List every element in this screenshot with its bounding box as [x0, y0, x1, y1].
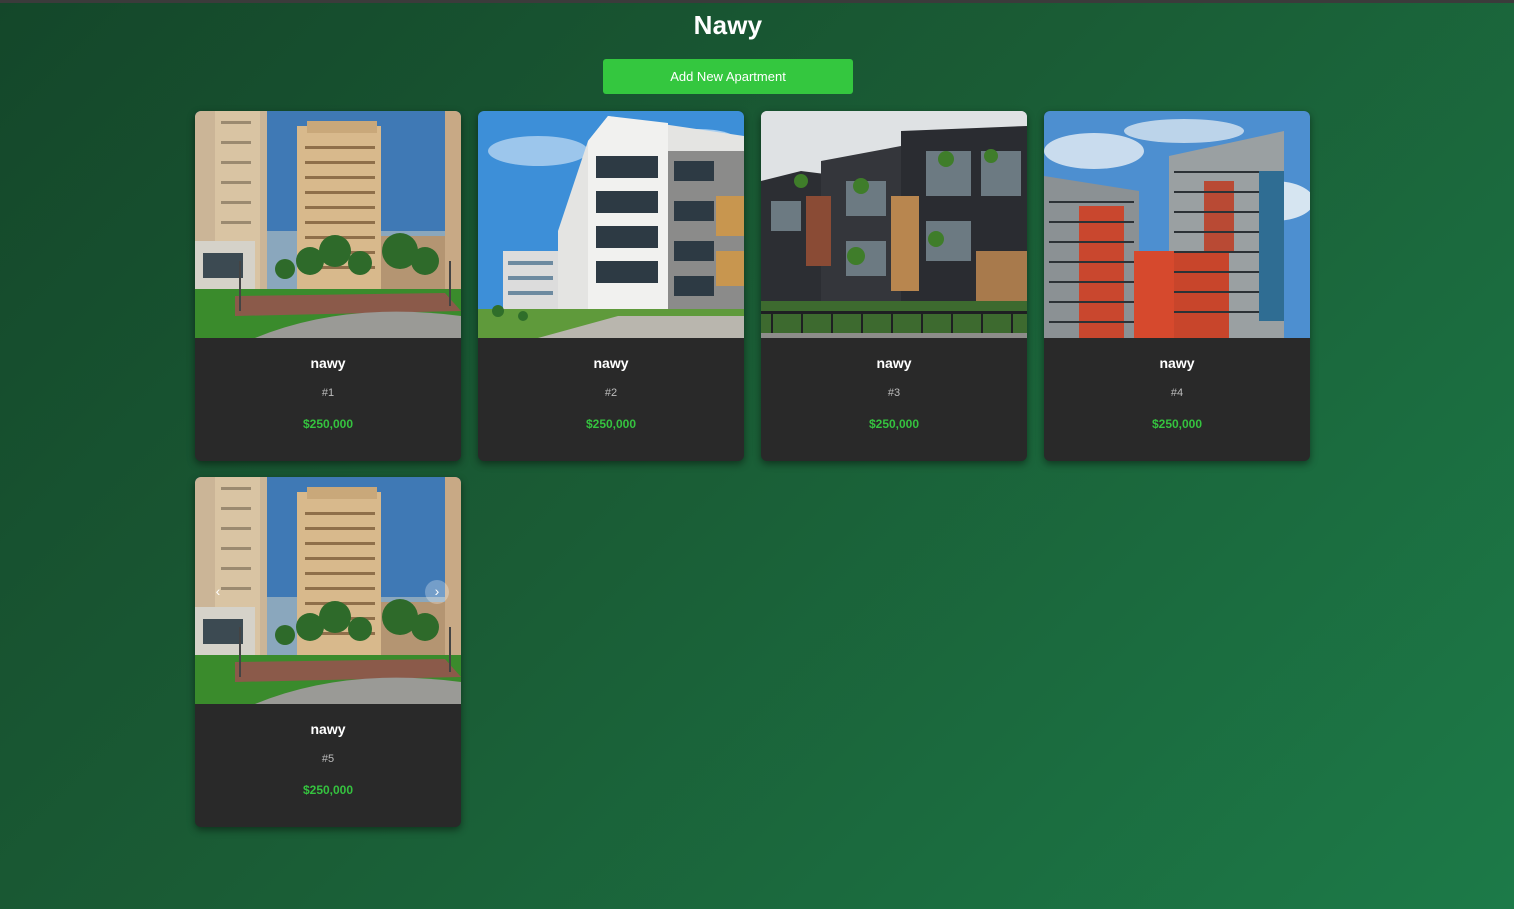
apartment-photo-dark-townhouses	[761, 111, 1027, 338]
carousel-next-icon[interactable]: ›	[425, 580, 449, 604]
apartment-name: nawy	[310, 355, 346, 371]
carousel-prev-icon[interactable]: ‹	[206, 580, 230, 604]
apartment-photo-tan-towers	[195, 477, 461, 704]
apartment-photo-white-modern	[478, 111, 744, 338]
apartment-card[interactable]: nawy #1 $250,000	[195, 111, 461, 461]
apartment-photo-red-grey-towers	[1044, 111, 1310, 338]
apartment-id: #5	[321, 753, 335, 765]
apartment-photo-tan-towers	[195, 111, 461, 338]
apartment-price: $250,000	[302, 417, 354, 431]
apartment-card[interactable]: nawy #3 $250,000	[761, 111, 1027, 461]
apartment-price: $250,000	[302, 783, 354, 797]
page-title: Nawy	[693, 10, 763, 40]
image-carousel: ‹ ›	[195, 477, 461, 704]
apartment-name: nawy	[593, 355, 629, 371]
apartment-id: #3	[887, 387, 901, 399]
apartment-name: nawy	[1159, 355, 1195, 371]
apartment-id: #4	[1170, 387, 1184, 399]
apartment-name: nawy	[310, 721, 346, 737]
apartment-price: $250,000	[1151, 417, 1203, 431]
apartment-card[interactable]: nawy #4 $250,000	[1044, 111, 1310, 461]
apartment-price: $250,000	[585, 417, 637, 431]
apartment-grid: nawy #1 $250,000 nawy #2 $250,000 nawy #…	[195, 111, 1311, 827]
apartment-id: #1	[321, 387, 335, 399]
apartment-name: nawy	[876, 355, 912, 371]
apartment-price: $250,000	[868, 417, 920, 431]
apartment-card[interactable]: nawy #2 $250,000	[478, 111, 744, 461]
window-top-border	[0, 0, 1514, 3]
add-new-apartment-button[interactable]: Add New Apartment	[603, 59, 853, 94]
apartment-card[interactable]: ‹ › nawy #5 $250,000	[195, 477, 461, 827]
apartment-id: #2	[604, 387, 618, 399]
